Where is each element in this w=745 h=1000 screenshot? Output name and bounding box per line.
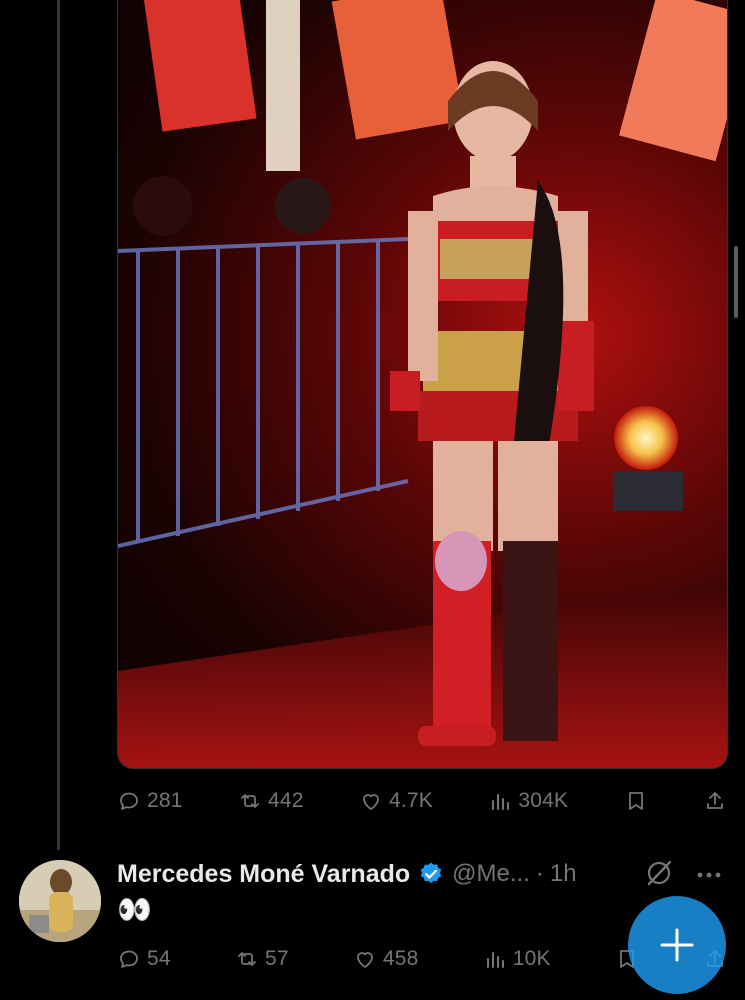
reply-count: 54 xyxy=(147,947,171,970)
like-button[interactable]: 4.7K xyxy=(359,789,433,813)
views-count: 10K xyxy=(512,947,551,970)
tweet-timestamp[interactable]: 1h xyxy=(550,860,577,888)
avatar-image xyxy=(19,860,101,942)
like-count: 458 xyxy=(382,947,419,970)
repost-button[interactable]: 442 xyxy=(238,789,304,813)
repost-button[interactable]: 57 xyxy=(235,947,289,971)
views-count: 304K xyxy=(518,789,569,812)
views-icon xyxy=(486,952,504,968)
tweet2-text: 👀 xyxy=(117,894,152,925)
tweet2-header: Mercedes Moné Varnado @Me... · 1h xyxy=(117,857,729,891)
reply-button[interactable]: 281 xyxy=(117,789,183,813)
author-handle[interactable]: @Me... xyxy=(452,860,530,888)
views-icon xyxy=(492,794,510,810)
repost-count: 442 xyxy=(268,789,304,812)
media-illustration xyxy=(118,0,727,768)
tweet-media-image[interactable] xyxy=(117,0,728,769)
reply-icon xyxy=(120,950,138,968)
reply-button[interactable]: 54 xyxy=(117,947,171,971)
compose-plus-icon xyxy=(660,928,694,962)
more-icon[interactable] xyxy=(694,860,724,890)
author-display-name[interactable]: Mercedes Moné Varnado xyxy=(117,860,410,889)
like-icon xyxy=(356,952,373,968)
repost-count: 57 xyxy=(264,947,289,970)
author-avatar[interactable] xyxy=(19,860,101,942)
share-icon xyxy=(707,792,723,809)
bookmark-button[interactable] xyxy=(624,789,648,813)
tweet1-action-bar: 281 442 4.7K 304K xyxy=(117,786,727,816)
share-button[interactable] xyxy=(703,789,727,813)
grok-icon[interactable] xyxy=(644,858,674,888)
like-button[interactable]: 458 xyxy=(353,947,419,971)
repost-icon xyxy=(241,794,259,808)
thread-connector-line xyxy=(57,0,60,850)
like-count: 4.7K xyxy=(389,789,433,812)
header-separator: · xyxy=(535,860,544,887)
views-button[interactable]: 10K xyxy=(483,947,551,971)
repost-icon xyxy=(238,952,256,966)
reply-icon xyxy=(120,792,138,810)
like-icon xyxy=(363,794,379,810)
bookmark-icon xyxy=(628,792,643,810)
compose-post-button[interactable] xyxy=(628,896,726,994)
scrollbar-thumb[interactable] xyxy=(734,246,738,318)
views-button[interactable]: 304K xyxy=(488,789,568,813)
reply-count: 281 xyxy=(147,789,183,812)
verified-badge-icon xyxy=(420,862,442,883)
